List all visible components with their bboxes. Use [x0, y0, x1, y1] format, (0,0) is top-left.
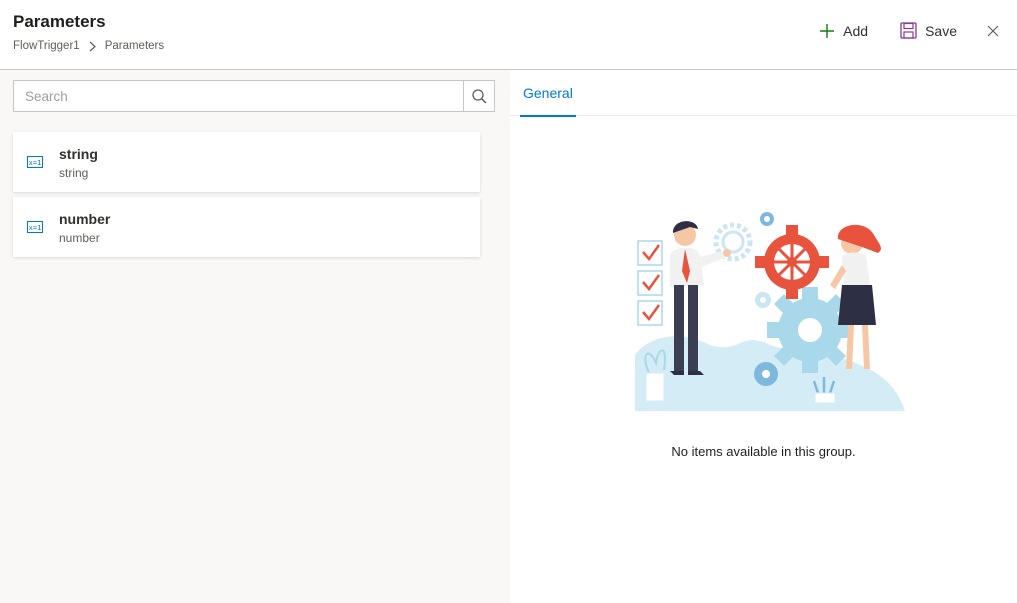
- breadcrumb-item-parameters: Parameters: [104, 40, 165, 52]
- empty-state-illustration: [635, 212, 905, 411]
- parameter-icon: x=1: [27, 221, 43, 233]
- svg-text:x=1: x=1: [29, 224, 42, 232]
- empty-state-message: No items available in this group.: [671, 444, 856, 459]
- command-bar: Add Save: [787, 22, 999, 39]
- search-button[interactable]: [463, 81, 494, 111]
- parameter-list-pane: x=1 string string x=1 number number: [0, 70, 510, 603]
- detail-pane: General No items available in this group…: [510, 70, 1017, 603]
- add-button[interactable]: Add: [819, 23, 868, 39]
- search-input[interactable]: [14, 81, 463, 111]
- svg-text:x=1: x=1: [29, 159, 42, 167]
- save-button[interactable]: Save: [900, 22, 957, 39]
- tab-general-label: General: [523, 85, 573, 101]
- page-title: Parameters: [13, 12, 106, 31]
- add-icon: [820, 23, 835, 38]
- parameter-type: string: [59, 166, 89, 180]
- search-icon: [471, 88, 486, 103]
- parameter-name: string: [59, 146, 98, 162]
- parameter-type: number: [59, 231, 100, 245]
- parameter-card-number[interactable]: x=1 number number: [13, 197, 480, 257]
- save-button-label: Save: [925, 22, 957, 39]
- save-icon: [900, 22, 917, 39]
- header: Parameters FlowTrigger1 Parameters Add S…: [0, 0, 1017, 70]
- search-box: [13, 80, 495, 112]
- breadcrumb-item-flowtrigger[interactable]: FlowTrigger1: [13, 40, 80, 52]
- add-button-label: Add: [843, 22, 869, 39]
- parameter-icon: x=1: [27, 156, 43, 168]
- tab-bar: General: [510, 70, 1017, 117]
- close-icon: [987, 25, 999, 36]
- parameter-card-string[interactable]: x=1 string string: [13, 132, 480, 192]
- close-button[interactable]: [987, 25, 999, 37]
- parameter-name: number: [59, 211, 111, 227]
- breadcrumb: FlowTrigger1 Parameters: [13, 40, 164, 52]
- tab-selected-indicator: [520, 115, 576, 117]
- tab-general[interactable]: General: [520, 70, 576, 117]
- chevron-right-icon: [89, 41, 96, 52]
